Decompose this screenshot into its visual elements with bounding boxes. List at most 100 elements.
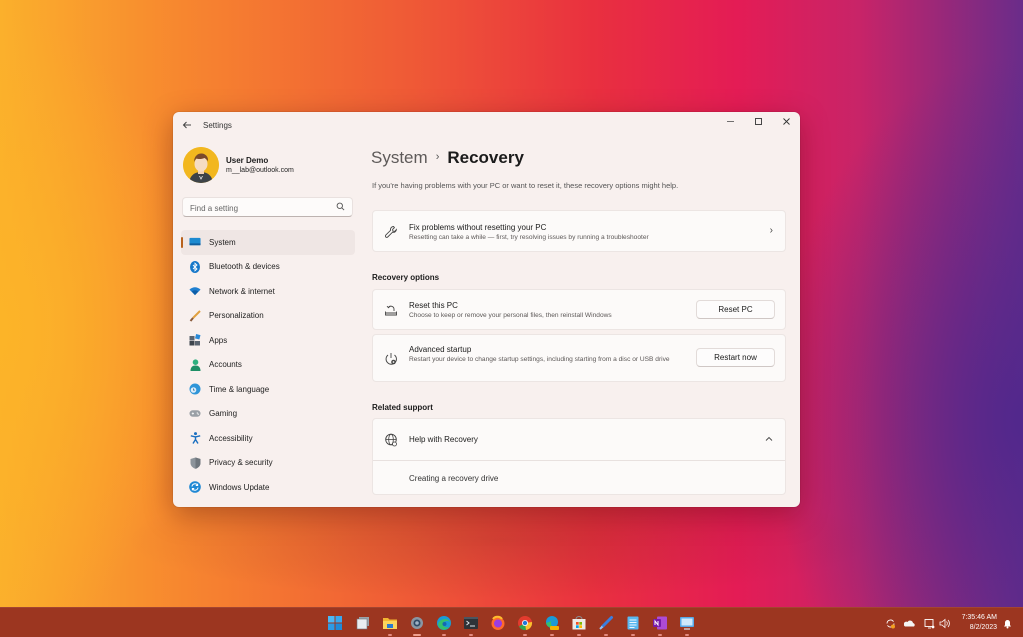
- sync-icon[interactable]: [885, 618, 896, 629]
- running-indicator: [550, 634, 554, 636]
- sidebar-item-label: System: [209, 237, 236, 247]
- search-field[interactable]: [182, 197, 353, 218]
- divider: [373, 460, 785, 461]
- close-button[interactable]: [773, 115, 799, 133]
- page-title: Recovery: [447, 148, 524, 167]
- network-icon[interactable]: [924, 618, 935, 629]
- gamepad-icon: [189, 408, 201, 420]
- running-indicator: [577, 634, 581, 636]
- edge-canary-icon[interactable]: [544, 615, 560, 631]
- active-indicator: [413, 634, 421, 636]
- shield-icon: [189, 457, 201, 469]
- sidebar-item-accounts[interactable]: Accounts: [181, 353, 355, 378]
- arrow-left-icon: [182, 121, 191, 129]
- search-icon[interactable]: [336, 202, 345, 211]
- accessibility-icon: [189, 432, 201, 445]
- minimize-icon: [726, 121, 734, 122]
- user-email: m__lab@outlook.com: [226, 167, 294, 174]
- card-title: Advanced startup: [409, 345, 472, 354]
- restart-now-button[interactable]: Restart now: [696, 348, 775, 367]
- running-indicator: [469, 634, 473, 636]
- task-view-icon[interactable]: [355, 615, 371, 631]
- edge-icon[interactable]: [436, 615, 452, 631]
- back-button[interactable]: [182, 120, 194, 132]
- globe-help-icon: [385, 433, 397, 447]
- sidebar-item-time-language[interactable]: Time & language: [181, 377, 355, 402]
- wrench-icon: [384, 226, 397, 238]
- search-input[interactable]: [183, 199, 328, 218]
- clock-date[interactable]: 8/2/2023: [959, 624, 997, 631]
- sidebar-item-apps[interactable]: Apps: [181, 328, 355, 353]
- reset-pc-card: Reset this PC Choose to keep or remove y…: [372, 289, 786, 330]
- fix-problems-card[interactable]: Fix problems without resetting your PC R…: [372, 210, 786, 252]
- brush-icon: [189, 310, 201, 322]
- sidebar-item-label: Gaming: [209, 409, 238, 419]
- chrome-icon[interactable]: [517, 615, 533, 631]
- reset-pc-icon: [385, 305, 397, 316]
- microsoft-store-icon[interactable]: [571, 615, 587, 631]
- person-icon: [189, 359, 201, 371]
- onedrive-icon[interactable]: [904, 618, 915, 629]
- card-description: Choose to keep or remove your personal f…: [409, 312, 612, 319]
- sidebar-item-system[interactable]: System: [181, 230, 355, 255]
- running-indicator: [442, 634, 446, 636]
- settings-gear-icon[interactable]: [409, 615, 425, 631]
- volume-icon[interactable]: [939, 618, 950, 629]
- app-title: Settings: [203, 121, 232, 130]
- sidebar-item-label: Accounts: [209, 360, 242, 370]
- remote-desktop-icon[interactable]: [679, 615, 695, 631]
- running-indicator: [388, 634, 392, 636]
- title-bar[interactable]: Settings: [173, 112, 800, 140]
- breadcrumb: System › Recovery: [371, 148, 524, 168]
- sidebar-item-accessibility[interactable]: Accessibility: [181, 426, 355, 451]
- breadcrumb-parent[interactable]: System: [371, 148, 428, 167]
- terminal-icon[interactable]: [463, 615, 479, 631]
- sidebar-item-label: Apps: [209, 335, 228, 345]
- clock-time[interactable]: 7:35:46 AM: [959, 614, 997, 621]
- breadcrumb-separator-icon: ›: [435, 151, 440, 163]
- section-heading-related-support: Related support: [372, 403, 433, 412]
- minimize-button[interactable]: [717, 115, 743, 133]
- sidebar-item-privacy[interactable]: Privacy & security: [181, 451, 355, 476]
- help-expander-header[interactable]: Help with Recovery: [373, 419, 785, 460]
- firefox-icon[interactable]: [490, 615, 506, 631]
- sidebar-item-windows-update[interactable]: Windows Update: [181, 475, 355, 500]
- card-title: Fix problems without resetting your PC: [409, 223, 547, 232]
- avatar[interactable]: [183, 147, 219, 183]
- sidebar-item-label: Bluetooth & devices: [209, 262, 280, 272]
- power-gear-icon: [385, 353, 397, 365]
- sidebar-item-gaming[interactable]: Gaming: [181, 402, 355, 427]
- apps-icon: [189, 334, 201, 346]
- user-avatar-icon: [183, 147, 219, 183]
- user-name: User Demo: [226, 156, 269, 165]
- pen-tool-icon[interactable]: [598, 615, 614, 631]
- active-indicator: [181, 237, 183, 248]
- maximize-button[interactable]: [745, 115, 771, 133]
- notepad-icon[interactable]: [625, 615, 641, 631]
- onenote-icon[interactable]: [652, 615, 668, 631]
- sidebar-item-bluetooth[interactable]: Bluetooth & devices: [181, 255, 355, 280]
- file-explorer-icon[interactable]: [382, 615, 398, 631]
- running-indicator: [604, 634, 608, 636]
- notification-icon[interactable]: [1002, 618, 1013, 629]
- help-title: Help with Recovery: [409, 435, 478, 444]
- reset-pc-button[interactable]: Reset PC: [696, 300, 775, 319]
- sidebar-nav: System Bluetooth & devices Network & int…: [181, 230, 355, 500]
- sidebar-item-label: Accessibility: [209, 433, 253, 443]
- sidebar-item-label: Time & language: [209, 384, 270, 394]
- card-title: Reset this PC: [409, 301, 458, 310]
- wifi-icon: [189, 285, 201, 297]
- sidebar-item-network[interactable]: Network & internet: [181, 279, 355, 304]
- help-with-recovery-card: Help with Recovery Creating a recovery d…: [372, 418, 786, 495]
- monitor-icon: [189, 236, 201, 248]
- help-link-recovery-drive[interactable]: Creating a recovery drive: [409, 474, 498, 483]
- start-icon[interactable]: [327, 615, 343, 631]
- advanced-startup-card: Advanced startup Restart your device to …: [372, 334, 786, 382]
- section-heading-recovery-options: Recovery options: [372, 273, 440, 282]
- close-icon: [782, 118, 790, 125]
- chevron-right-icon: ›: [769, 225, 773, 236]
- running-indicator: [658, 634, 662, 636]
- sidebar-item-label: Network & internet: [209, 286, 275, 296]
- sidebar-item-label: Personalization: [209, 311, 264, 321]
- sidebar-item-personalization[interactable]: Personalization: [181, 304, 355, 329]
